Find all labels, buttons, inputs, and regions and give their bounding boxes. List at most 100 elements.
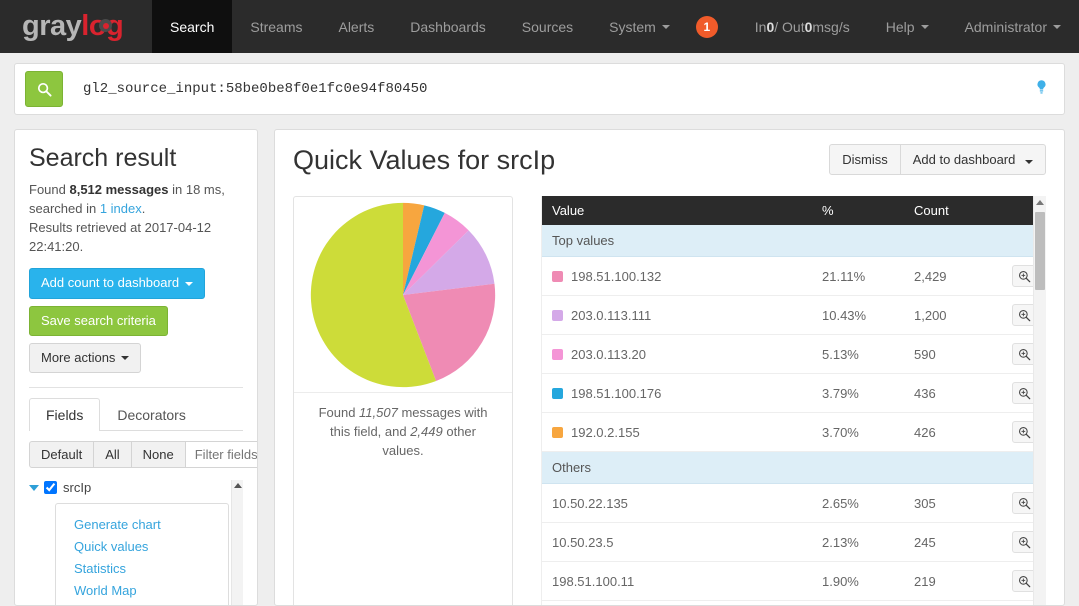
cell-percent: 2.65% xyxy=(812,484,904,523)
color-swatch xyxy=(552,310,563,321)
search-submit-button[interactable] xyxy=(25,71,63,107)
cell-count: 426 xyxy=(904,413,1000,452)
lightbulb-icon[interactable] xyxy=(1035,79,1048,100)
cell-percent: 1.73% xyxy=(812,601,904,606)
page-title: Search result xyxy=(29,144,243,173)
cell-value: 203.0.113.111 xyxy=(542,296,812,335)
nav-item-sources[interactable]: Sources xyxy=(504,0,591,53)
nav-right-group: In 0 / Out 0 msg/s Help Administrator xyxy=(737,0,1079,53)
value-text: 203.0.113.20 xyxy=(571,347,646,362)
field-row-srcip[interactable]: srcIp xyxy=(29,480,229,495)
throughput-middle: / Out xyxy=(774,19,804,35)
scroll-up-arrow-icon[interactable] xyxy=(234,483,242,488)
notification-badge[interactable]: 1 xyxy=(696,16,718,38)
nav-item-system[interactable]: System xyxy=(591,0,688,53)
cell-count: 590 xyxy=(904,335,1000,374)
cell-value: 203.0.113.20 xyxy=(542,335,812,374)
add-count-to-dashboard-button[interactable]: Add count to dashboard xyxy=(29,268,205,298)
nav-item-dashboards[interactable]: Dashboards xyxy=(392,0,504,53)
chevron-down-icon xyxy=(1053,25,1061,29)
magnifier-plus-icon xyxy=(1018,575,1031,588)
index-link[interactable]: 1 index xyxy=(100,201,142,216)
field-action-quick-values[interactable]: Quick values xyxy=(74,536,228,558)
field-action-statistics[interactable]: Statistics xyxy=(74,558,228,580)
filter-fields-input[interactable] xyxy=(185,441,258,468)
column-header-count: Count xyxy=(904,196,1000,225)
nav-item-help[interactable]: Help xyxy=(868,0,947,53)
graylog-logo[interactable]: graylog xyxy=(0,0,152,53)
cell-count: 436 xyxy=(904,374,1000,413)
cell-count: 219 xyxy=(904,562,1000,601)
fields-none-button[interactable]: None xyxy=(131,441,186,468)
cell-percent: 10.43% xyxy=(812,296,904,335)
cell-value: 198.51.100.132 xyxy=(542,257,812,296)
chevron-down-icon xyxy=(662,25,670,29)
table-row[interactable]: 192.0.2.1553.70%426 xyxy=(542,413,1046,452)
table-row[interactable]: 198.51.100.1763.79%436 xyxy=(542,374,1046,413)
chevron-down-icon xyxy=(921,25,929,29)
pie-chart-card: Found 11,507 messages with this field, a… xyxy=(293,196,513,606)
magnifier-plus-icon xyxy=(1018,497,1031,510)
quick-values-table: Value % Count Top values198.51.100.13221… xyxy=(542,196,1046,606)
table-row[interactable]: 198.51.100.111.90%219 xyxy=(542,562,1046,601)
table-row[interactable]: 203.0.113.11110.43%1,200 xyxy=(542,296,1046,335)
cell-percent: 5.13% xyxy=(812,335,904,374)
caption-other-count: 2,449 xyxy=(410,424,443,439)
search-input[interactable] xyxy=(81,80,1035,98)
nav-label: Help xyxy=(886,19,915,35)
scroll-up-arrow-icon[interactable] xyxy=(1036,200,1044,205)
table-row[interactable]: 198.51.100.13221.11%2,429 xyxy=(542,257,1046,296)
page-content: Search result Found 8,512 messages in 18… xyxy=(14,129,1065,606)
found-prefix: Found xyxy=(29,182,69,197)
button-label: Save search criteria xyxy=(41,314,156,328)
fields-all-button[interactable]: All xyxy=(93,441,131,468)
table-section-row: Top values xyxy=(542,225,1046,257)
scrollbar-thumb[interactable] xyxy=(1035,212,1045,290)
chevron-down-icon xyxy=(185,282,193,286)
triangle-down-icon[interactable] xyxy=(29,485,39,491)
fields-default-button[interactable]: Default xyxy=(29,441,94,468)
main-nav: Search Streams Alerts Dashboards Sources… xyxy=(152,0,718,53)
cell-percent: 3.70% xyxy=(812,413,904,452)
quick-values-panel: Quick Values for srcIp Dismiss Add to da… xyxy=(274,129,1065,606)
value-text: 10.50.23.5 xyxy=(552,535,613,550)
table-row[interactable]: 10.50.22.1352.65%305 xyxy=(542,484,1046,523)
tab-label: Fields xyxy=(46,407,83,423)
throughput-out: 0 xyxy=(805,19,813,35)
save-search-criteria-button[interactable]: Save search criteria xyxy=(29,306,168,336)
table-scrollbar[interactable] xyxy=(1033,196,1046,606)
nav-item-search[interactable]: Search xyxy=(152,0,232,53)
field-action-world-map[interactable]: World Map xyxy=(74,580,228,602)
dismiss-button[interactable]: Dismiss xyxy=(829,144,901,175)
caption-prefix: Found xyxy=(319,405,359,420)
nav-item-alerts[interactable]: Alerts xyxy=(320,0,392,53)
magnifier-plus-icon xyxy=(1018,387,1031,400)
button-label: More actions xyxy=(41,351,115,365)
field-name: srcIp xyxy=(63,480,91,495)
caption-message-count: 11,507 xyxy=(359,405,398,420)
add-to-dashboard-button[interactable]: Add to dashboard xyxy=(900,144,1046,175)
throughput-prefix: In xyxy=(755,19,767,35)
color-swatch xyxy=(552,427,563,438)
column-header-percent: % xyxy=(812,196,904,225)
nav-item-streams[interactable]: Streams xyxy=(232,0,320,53)
field-checkbox-srcip[interactable] xyxy=(44,481,57,494)
pie-chart[interactable] xyxy=(307,199,499,391)
cell-percent: 1.90% xyxy=(812,562,904,601)
sidebar-scrollbar[interactable] xyxy=(231,480,243,606)
button-label: Add count to dashboard xyxy=(41,276,179,290)
divider xyxy=(29,387,243,388)
nav-label: System xyxy=(609,19,656,35)
table-row[interactable]: 10.50.23.52.13%245 xyxy=(542,523,1046,562)
table-row[interactable]: 203.0.113.20 5.13%590 xyxy=(542,335,1046,374)
field-filter-buttons: Default All None xyxy=(29,441,243,468)
cell-value: 198.51.100.176 xyxy=(542,374,812,413)
table-row[interactable]: 10.2.0.41.73%199 xyxy=(542,601,1046,606)
table-body: Top values198.51.100.13221.11%2,429 203.… xyxy=(542,225,1046,606)
search-result-sidebar: Search result Found 8,512 messages in 18… xyxy=(14,129,258,606)
field-action-generate-chart[interactable]: Generate chart xyxy=(74,514,228,536)
more-actions-button[interactable]: More actions xyxy=(29,343,141,373)
tab-fields[interactable]: Fields xyxy=(29,398,100,431)
tab-decorators[interactable]: Decorators xyxy=(100,398,202,431)
nav-item-user-menu[interactable]: Administrator xyxy=(947,0,1079,53)
